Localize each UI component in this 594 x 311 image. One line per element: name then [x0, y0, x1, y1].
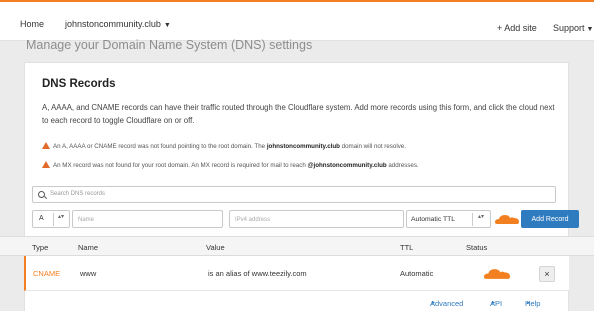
warning-text: addresses.	[386, 162, 419, 169]
select-divider	[472, 213, 473, 226]
warning-icon	[42, 161, 50, 168]
column-header-value: Value	[206, 243, 225, 252]
column-header-type: Type	[32, 243, 49, 252]
search-placeholder: Search DNS records	[50, 191, 106, 197]
warning-domain: johnstoncommunity.club	[266, 143, 340, 150]
table-row[interactable]: CNAME www is an alias of www.teezily.com…	[24, 256, 569, 291]
cloud-proxy-icon[interactable]	[495, 213, 519, 225]
chevron-down-icon: ▼	[586, 26, 594, 33]
domain-selector[interactable]: johnstoncommunity.club ▼	[65, 19, 171, 29]
record-type-select[interactable]: A ▴▾	[32, 210, 70, 228]
ttl-value: Automatic TTL	[411, 216, 456, 223]
select-divider	[53, 213, 54, 226]
card-description: A, AAAA, and CNAME records can have thei…	[42, 103, 555, 125]
card-title: DNS Records	[42, 78, 116, 90]
record-ttl[interactable]: Automatic	[400, 269, 433, 278]
add-record-button[interactable]: Add Record	[521, 210, 579, 228]
warning-domain: @johnstoncommunity.club	[307, 162, 387, 169]
warning-mx-record: An MX record was not found for your root…	[42, 161, 419, 169]
add-site-link[interactable]: + Add site	[497, 23, 537, 33]
stepper-icon: ▴▾	[478, 214, 485, 220]
dns-table-header: Type Name Value TTL Status	[0, 236, 594, 256]
add-record-form: A ▴▾ Name IPv4 address Automatic TTL ▴▾ …	[32, 210, 579, 228]
warning-text: An MX record was not found for your root…	[53, 162, 308, 169]
delete-record-button[interactable]: ×	[539, 266, 555, 282]
top-navigation-bar: Home johnstoncommunity.club ▼ + Add site …	[0, 0, 594, 41]
chevron-right-icon: ▸	[527, 300, 531, 306]
record-value[interactable]: is an alias of www.teezily.com	[208, 269, 307, 278]
home-link[interactable]: Home	[20, 19, 44, 29]
warning-text: An A, AAAA or CNAME record was not found…	[53, 143, 267, 150]
warning-text: domain will not resolve.	[339, 143, 406, 150]
page-title: Manage your Domain Name System (DNS) set…	[26, 38, 313, 52]
record-name[interactable]: www	[80, 269, 96, 278]
record-type-value: A	[39, 215, 44, 222]
search-icon	[38, 191, 45, 198]
column-header-status: Status	[466, 243, 488, 252]
warning-root-record: An A, AAAA or CNAME record was not found…	[42, 142, 406, 150]
ttl-select[interactable]: Automatic TTL ▴▾	[406, 210, 491, 228]
record-name-input[interactable]: Name	[72, 210, 223, 228]
cloud-proxy-icon[interactable]	[484, 267, 510, 280]
stepper-icon: ▴▾	[58, 214, 65, 220]
support-menu-label: Support	[553, 23, 585, 33]
ipv4-address-input[interactable]: IPv4 address	[229, 210, 404, 228]
chevron-down-icon: ▼	[163, 22, 171, 29]
search-dns-input[interactable]: Search DNS records	[32, 186, 556, 203]
chevron-right-icon: ▸	[492, 300, 496, 306]
support-menu[interactable]: Support ▼	[553, 23, 593, 33]
record-type[interactable]: CNAME	[33, 269, 60, 278]
column-header-name: Name	[78, 243, 99, 252]
close-icon: ×	[544, 269, 550, 279]
domain-selector-label: johnstoncommunity.club	[65, 19, 161, 29]
warning-icon	[42, 142, 50, 149]
column-header-ttl: TTL	[400, 243, 414, 252]
chevron-right-icon: ▸	[432, 300, 436, 306]
